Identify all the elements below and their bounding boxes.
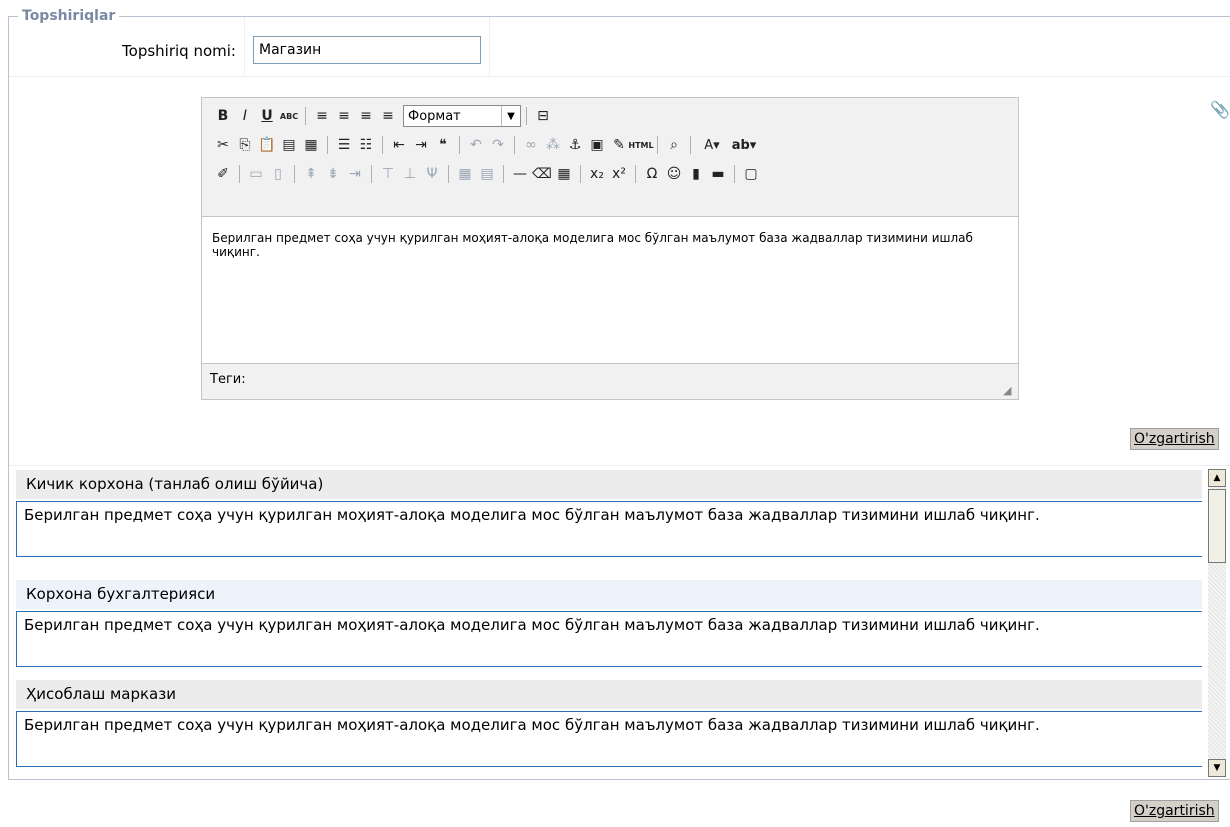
blockquote-icon[interactable]: ❝: [432, 134, 454, 156]
toolbar-separator: [635, 165, 636, 183]
fullscreen-icon[interactable]: ▢: [740, 163, 762, 185]
toolbar-separator: [580, 165, 581, 183]
highlight-color-icon[interactable]: ab▾: [728, 134, 760, 156]
outdent-icon[interactable]: ⇤: [388, 134, 410, 156]
special-char-icon[interactable]: Ω: [641, 163, 663, 185]
scroll-down-icon[interactable]: ▼: [1208, 759, 1226, 777]
visual-aid-icon[interactable]: ▦: [553, 163, 575, 185]
list-item-body[interactable]: Берилган предмет соҳа учун қурилган моҳи…: [16, 501, 1202, 557]
unlink-icon[interactable]: ⁂: [542, 134, 564, 156]
save-button-bottom[interactable]: O'zgartirish: [1130, 800, 1219, 822]
emoticon-icon[interactable]: ☺: [663, 163, 685, 185]
delete-row-icon[interactable]: ⇥: [344, 163, 366, 185]
redo-icon[interactable]: ↷: [487, 134, 509, 156]
cleanup-icon[interactable]: ✎: [608, 134, 630, 156]
format-select-label: Формат: [408, 108, 461, 124]
editor-path-label: Теги:: [210, 372, 246, 387]
rich-text-editor: B I U ABC ≡ ≡ ≡ ≡ Формат ▼ ⊟ ✂ ⎘ 📋 ▤ ▦ ☰ ☷ ⇤ ⇥ ❝ ↶ ↷ ∞ ⁂ ⚓ ▣ ✎ HTML…: [201, 97, 1019, 400]
align-left-icon[interactable]: ≡: [311, 105, 333, 127]
scroll-up-icon[interactable]: ▲: [1208, 469, 1226, 487]
bold-icon[interactable]: B: [212, 105, 234, 127]
task-name-label: Topshiriq nomi:: [122, 42, 236, 60]
save-button[interactable]: O'zgartirish: [1130, 428, 1219, 450]
attach-file-icon[interactable]: 📎: [1210, 100, 1230, 122]
text-color-icon[interactable]: A▾: [696, 134, 728, 156]
cell-separator: [489, 17, 490, 77]
fieldset-legend: Topshiriqlar: [18, 6, 120, 24]
insert-row-after-icon[interactable]: ⇟: [322, 163, 344, 185]
paste-text-icon[interactable]: ▤: [278, 134, 300, 156]
cut-icon[interactable]: ✂: [212, 134, 234, 156]
link-icon[interactable]: ∞: [520, 134, 542, 156]
editor-toolbar-row-1: B I U ABC ≡ ≡ ≡ ≡ Формат ▼ ⊟: [212, 104, 554, 128]
advanced-hr-icon[interactable]: ▬: [707, 163, 729, 185]
task-name-input[interactable]: [253, 36, 481, 64]
list-scrollbar[interactable]: ▲ ▼: [1208, 469, 1226, 777]
table-col-icon[interactable]: ▯: [267, 163, 289, 185]
editor-toolbar-row-3: ✐ ▭ ▯ ⇞ ⇟ ⇥ ⊤ ⊥ Ψ ▦ ▤ — ⌫ ▦ x₂ x² Ω ☺ ▮ ▬ ▢: [212, 162, 762, 186]
html-icon[interactable]: HTML: [628, 134, 653, 156]
indent-icon[interactable]: ⇥: [410, 134, 432, 156]
toolbar-separator: [657, 136, 658, 154]
row-separator: [9, 76, 1230, 77]
cell-separator: [244, 17, 245, 77]
toolbar-separator: [294, 165, 295, 183]
page-break-icon[interactable]: ⊟: [532, 105, 554, 127]
row-separator: [9, 465, 1230, 466]
list-item-title[interactable]: Корхона бухгалтерияси: [16, 580, 1202, 609]
table-row-icon[interactable]: ▭: [245, 163, 267, 185]
anchor-icon[interactable]: ⚓: [564, 134, 586, 156]
editor-content-area[interactable]: Берилган предмет соҳа учун қурилган моҳи…: [202, 216, 1018, 364]
insert-row-before-icon[interactable]: ⇞: [300, 163, 322, 185]
toolbar-separator: [690, 136, 691, 154]
paste-icon[interactable]: 📋: [256, 134, 278, 156]
delete-col-icon[interactable]: Ψ: [421, 163, 443, 185]
editor-toolbar-row-2: ✂ ⎘ 📋 ▤ ▦ ☰ ☷ ⇤ ⇥ ❝ ↶ ↷ ∞ ⁂ ⚓ ▣ ✎ HTML ⌕ A▾ ab▾: [212, 133, 760, 157]
copy-icon[interactable]: ⎘: [234, 134, 256, 156]
list-item-body[interactable]: Берилган предмет соҳа учун қурилган моҳи…: [16, 611, 1202, 667]
table-props-icon[interactable]: ▤: [476, 163, 498, 185]
chevron-down-icon: ▼: [501, 106, 520, 126]
toolbar-separator: [448, 165, 449, 183]
underline-icon[interactable]: U: [256, 105, 278, 127]
toolbar-separator: [371, 165, 372, 183]
align-right-icon[interactable]: ≡: [355, 105, 377, 127]
numbered-list-icon[interactable]: ☷: [355, 134, 377, 156]
preview-icon[interactable]: ⌕: [663, 134, 685, 156]
toolbar-separator: [514, 136, 515, 154]
merge-cells-icon[interactable]: ⊥: [399, 163, 421, 185]
image-icon[interactable]: ▣: [586, 134, 608, 156]
toolbar-separator: [459, 136, 460, 154]
format-select[interactable]: Формат ▼: [403, 105, 521, 127]
scroll-thumb[interactable]: [1208, 489, 1226, 563]
task-variants-list: Кичик корхона (танлаб олиш бўйича) Берил…: [10, 470, 1202, 772]
toolbar-separator: [327, 136, 328, 154]
undo-icon[interactable]: ↶: [465, 134, 487, 156]
subscript-icon[interactable]: x₂: [586, 163, 608, 185]
remove-format-icon[interactable]: ⌫: [531, 163, 553, 185]
toolbar-separator: [526, 107, 527, 125]
split-cells-icon[interactable]: ⊤: [377, 163, 399, 185]
list-item-title[interactable]: Кичик корхона (танлаб олиш бўйича): [16, 470, 1202, 499]
bullet-list-icon[interactable]: ☰: [333, 134, 355, 156]
italic-icon[interactable]: I: [234, 105, 256, 127]
toolbar-separator: [239, 165, 240, 183]
toolbar-separator: [382, 136, 383, 154]
resize-grip-icon[interactable]: ◢: [1003, 384, 1015, 397]
paste-word-icon[interactable]: ▦: [300, 134, 322, 156]
toolbar-separator: [503, 165, 504, 183]
align-justify-icon[interactable]: ≡: [377, 105, 399, 127]
media-icon[interactable]: ▮: [685, 163, 707, 185]
strikethrough-icon[interactable]: ABC: [278, 105, 300, 127]
table-icon[interactable]: ▦: [454, 163, 476, 185]
list-item-title[interactable]: Ҳисоблаш маркази: [16, 680, 1202, 709]
horizontal-rule-icon[interactable]: —: [509, 163, 531, 185]
list-item-body[interactable]: Берилган предмет соҳа учун қурилган моҳи…: [16, 711, 1202, 767]
toolbar-separator: [305, 107, 306, 125]
align-center-icon[interactable]: ≡: [333, 105, 355, 127]
superscript-icon[interactable]: x²: [608, 163, 630, 185]
toolbar-separator: [734, 165, 735, 183]
edit-css-icon[interactable]: ✐: [212, 163, 234, 185]
